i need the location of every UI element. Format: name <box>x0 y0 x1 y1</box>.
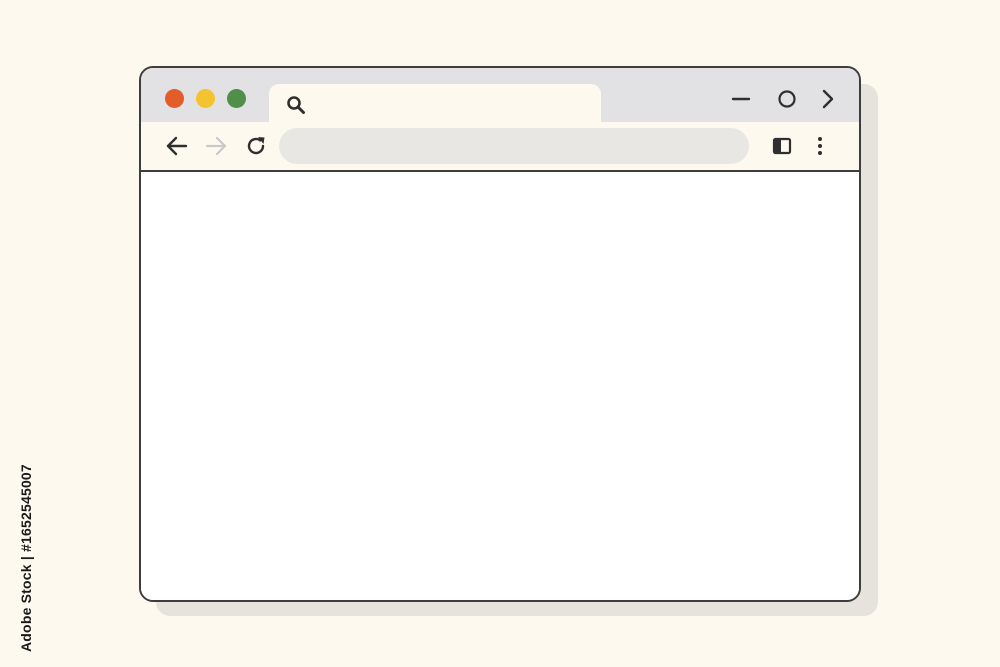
browser-window <box>139 66 861 602</box>
circle-icon[interactable] <box>776 88 798 110</box>
chevron-right-icon[interactable] <box>817 88 839 110</box>
arrow-left-icon[interactable] <box>165 134 189 158</box>
search-icon <box>285 94 307 116</box>
minimize-window-button[interactable] <box>196 89 215 108</box>
stock-credit-text: Adobe Stock | #1652545007 <box>18 464 34 652</box>
browser-tab[interactable] <box>269 84 601 124</box>
address-bar[interactable] <box>279 128 749 164</box>
maximize-window-button[interactable] <box>227 89 246 108</box>
vertical-dots-icon[interactable] <box>808 134 832 158</box>
side-panel-icon[interactable] <box>770 134 794 158</box>
stock-credit: Adobe Stock | #1652545007 <box>14 420 34 655</box>
close-window-button[interactable] <box>165 89 184 108</box>
reload-icon[interactable] <box>244 134 268 158</box>
arrow-right-icon[interactable] <box>204 134 228 158</box>
title-bar <box>141 68 859 124</box>
minus-icon[interactable] <box>730 88 752 110</box>
page-background: Adobe Stock | #1652545007 <box>0 0 1000 667</box>
browser-toolbar <box>141 122 859 172</box>
page-content-area[interactable] <box>141 173 859 600</box>
